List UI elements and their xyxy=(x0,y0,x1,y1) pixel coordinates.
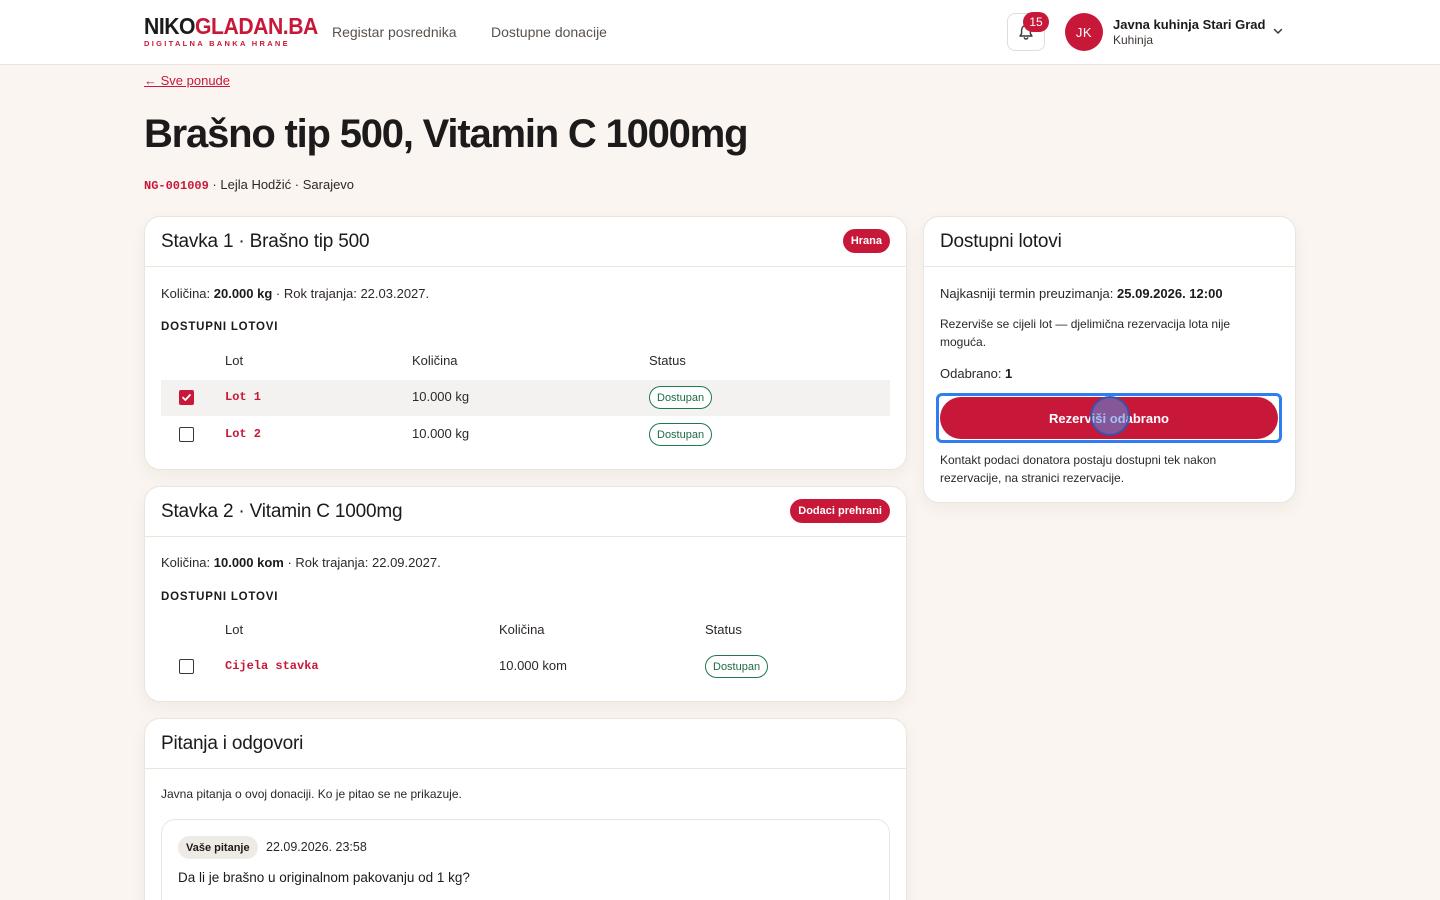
lot-checkbox[interactable] xyxy=(179,390,194,405)
back-to-offers-link[interactable]: ← Sve ponude xyxy=(144,73,230,88)
donor-location: · Lejla Hodžić · Sarajevo xyxy=(208,177,355,192)
donation-code: NG-001009 xyxy=(144,179,209,193)
table-row[interactable]: Lot 1 10.000 kg Dostupan xyxy=(161,380,890,416)
item-card-1: Stavka 1 · Brašno tip 500 Hrana Količina… xyxy=(144,216,907,470)
status-badge: Dostupan xyxy=(649,423,713,446)
questions-card: Pitanja i odgovori Javna pitanja o ovoj … xyxy=(144,718,907,900)
contact-info-note: Kontakt podaci donatora postaju dostupni… xyxy=(940,453,1217,485)
question-timestamp: 22.09.2026. 23:58 xyxy=(266,840,367,854)
whole-lot-note: Rezerviše se cijeli lot — djelimična rez… xyxy=(940,317,1231,349)
column-header-status: Status xyxy=(705,622,742,637)
page-title: Brašno tip 500, Vitamin C 1000mg xyxy=(144,112,749,156)
column-header-lot: Lot xyxy=(225,622,244,637)
selected-count-value: 1 xyxy=(1005,366,1013,381)
panel-title: Dostupni lotovi xyxy=(940,231,1062,252)
lot-quantity: 10.000 kg xyxy=(412,426,470,441)
table-row[interactable]: Lot 2 10.000 kg Dostupan xyxy=(161,417,890,453)
lots-section-label: DOSTUPNI LOTOVI xyxy=(161,321,279,333)
logo-wordmark-part-b: GLADAN.BA xyxy=(195,13,318,39)
questions-intro: Javna pitanja o ovoj donaciji. Ko je pit… xyxy=(161,787,462,801)
user-role: Kuhinja xyxy=(1113,33,1154,47)
selected-count: Odabrano: 1 xyxy=(940,366,1012,381)
lot-checkbox[interactable] xyxy=(179,427,194,442)
your-question-badge: Vaše pitanje xyxy=(178,836,258,859)
lots-section-label: DOSTUPNI LOTOVI xyxy=(161,591,279,603)
pointer-cursor-indicator xyxy=(1090,396,1130,436)
logo-tagline: DIGITALNA BANKA HRANE xyxy=(144,39,290,48)
quantity-label: Količina: xyxy=(161,555,214,570)
quantity-value: 10.000 kom xyxy=(213,555,284,570)
item-title: Stavka 2 · Vitamin C 1000mg xyxy=(161,501,403,522)
column-header-quantity: Količina xyxy=(412,353,458,368)
lot-code[interactable]: Lot 2 xyxy=(225,427,261,441)
questions-title: Pitanja i odgovori xyxy=(161,733,304,754)
panel-header: Dostupni lotovi xyxy=(924,217,1295,267)
status-badge: Dostupan xyxy=(649,386,713,409)
questions-card-header: Pitanja i odgovori xyxy=(145,719,906,769)
notification-count-badge: 15 xyxy=(1023,12,1049,32)
site-logo[interactable]: NIKOGLADAN.BA DIGITALNA BANKA HRANE xyxy=(144,15,333,48)
table-row[interactable]: Cijela stavka 10.000 kom Dostupan xyxy=(161,649,890,685)
item-quantity-expiry: Količina: 20.000 kg · Rok trajanja: 22.0… xyxy=(161,286,429,301)
item-quantity-expiry: Količina: 10.000 kom · Rok trajanja: 22.… xyxy=(161,555,441,570)
logo-wordmark-part-a: NIKO xyxy=(144,13,196,39)
selected-count-label: Odabrano: xyxy=(940,366,1006,381)
chevron-down-icon[interactable] xyxy=(1272,25,1284,37)
column-header-status: Status xyxy=(649,353,686,368)
item-card-2: Stavka 2 · Vitamin C 1000mg Dodaci prehr… xyxy=(144,486,907,702)
column-header-lot: Lot xyxy=(225,353,244,368)
lot-quantity: 10.000 kom xyxy=(499,658,567,673)
item-card-header: Stavka 2 · Vitamin C 1000mg Dodaci prehr… xyxy=(145,487,906,537)
lot-checkbox[interactable] xyxy=(179,659,194,674)
logo-wordmark: NIKOGLADAN.BA xyxy=(144,15,318,38)
lot-quantity: 10.000 kg xyxy=(412,389,470,404)
expiry-text: · Rok trajanja: 22.09.2027. xyxy=(283,555,441,570)
category-badge: Hrana xyxy=(842,229,890,253)
nav-link-registar-posrednika[interactable]: Registar posrednika xyxy=(332,24,457,40)
status-badge: Dostupan xyxy=(705,655,769,678)
item-card-header: Stavka 1 · Brašno tip 500 Hrana xyxy=(145,217,906,267)
donation-meta: NG-001009 · Lejla Hodžić · Sarajevo xyxy=(144,177,354,193)
question-text: Da li je brašno u originalnom pakovanju … xyxy=(178,870,470,885)
column-header-quantity: Količina xyxy=(499,622,545,637)
user-name[interactable]: Javna kuhinja Stari Grad xyxy=(1113,17,1265,32)
category-badge: Dodaci prehrani xyxy=(790,499,890,523)
lot-code[interactable]: Lot 1 xyxy=(225,390,261,404)
lot-code[interactable]: Cijela stavka xyxy=(225,659,319,673)
question-entry: Vaše pitanje 22.09.2026. 23:58 Da li je … xyxy=(161,819,890,900)
pickup-deadline-value: 25.09.2026. 12:00 xyxy=(1117,286,1223,301)
available-lots-panel: Dostupni lotovi Najkasniji termin preuzi… xyxy=(923,216,1296,503)
pickup-deadline: Najkasniji termin preuzimanja: 25.09.202… xyxy=(940,286,1223,301)
item-title: Stavka 1 · Brašno tip 500 xyxy=(161,231,370,252)
checkmark-icon xyxy=(182,394,191,401)
nav-link-dostupne-donacije[interactable]: Dostupne donacije xyxy=(491,24,607,40)
quantity-label: Količina: xyxy=(161,286,214,301)
pickup-deadline-label: Najkasniji termin preuzimanja: xyxy=(940,286,1118,301)
top-navigation-bar: NIKOGLADAN.BA DIGITALNA BANKA HRANE Regi… xyxy=(0,0,1440,65)
expiry-text: · Rok trajanja: 22.03.2027. xyxy=(272,286,430,301)
avatar[interactable]: JK xyxy=(1065,13,1103,51)
quantity-value: 20.000 kg xyxy=(213,286,273,301)
